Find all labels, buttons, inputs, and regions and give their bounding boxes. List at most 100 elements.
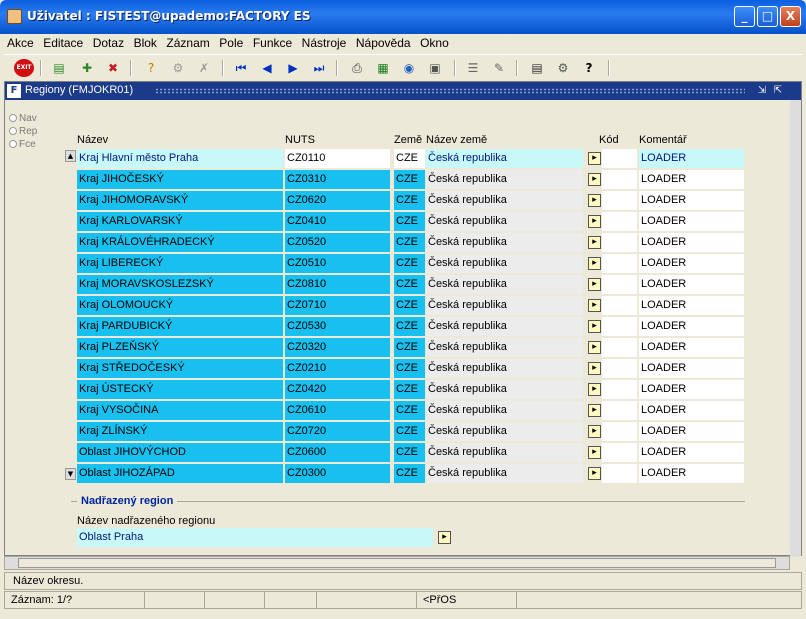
code-field[interactable] bbox=[602, 359, 637, 378]
region-name-field[interactable]: Kraj PLZEŇSKÝ bbox=[77, 338, 283, 357]
list-of-values-icon[interactable]: ▸ bbox=[588, 383, 601, 396]
list-of-values-icon[interactable]: ▸ bbox=[438, 531, 451, 544]
code-field[interactable] bbox=[602, 464, 637, 483]
horizontal-scrollbar[interactable] bbox=[4, 556, 790, 570]
edit-icon[interactable]: ✎ bbox=[490, 59, 508, 77]
code-field[interactable] bbox=[602, 443, 637, 462]
save-icon[interactable]: ▤ bbox=[50, 59, 68, 77]
country-code-field[interactable]: CZE bbox=[394, 296, 425, 315]
country-code-field[interactable]: CZE bbox=[394, 443, 425, 462]
region-name-field[interactable]: Oblast JIHOZÁPAD bbox=[77, 464, 283, 483]
web-icon[interactable]: ◉ bbox=[400, 59, 418, 77]
prev-record-icon[interactable]: ◀ bbox=[258, 59, 276, 77]
code-field[interactable] bbox=[602, 233, 637, 252]
help-icon[interactable]: ? bbox=[580, 59, 598, 77]
list-of-values-icon[interactable]: ▸ bbox=[588, 404, 601, 417]
country-name-field[interactable]: Česká republika bbox=[426, 212, 583, 231]
region-name-field[interactable]: Kraj JIHOMORAVSKÝ bbox=[77, 191, 283, 210]
region-name-field[interactable]: Kraj KRÁLOVÉHRADECKÝ bbox=[77, 233, 283, 252]
list-of-values-icon[interactable]: ▸ bbox=[588, 299, 601, 312]
comment-field[interactable]: LOADER bbox=[639, 422, 744, 441]
query-icon[interactable]: ? bbox=[142, 59, 160, 77]
region-name-field[interactable]: Kraj OLOMOUCKÝ bbox=[77, 296, 283, 315]
code-field[interactable] bbox=[602, 275, 637, 294]
country-code-field[interactable]: CZE bbox=[394, 233, 425, 252]
nuts-field[interactable]: CZ0530 bbox=[285, 317, 390, 336]
comment-field[interactable]: LOADER bbox=[639, 464, 744, 483]
nuts-field[interactable]: CZ0210 bbox=[285, 359, 390, 378]
region-name-field[interactable]: Kraj PARDUBICKÝ bbox=[77, 317, 283, 336]
list-of-values-icon[interactable]: ▸ bbox=[588, 257, 601, 270]
country-code-field[interactable]: CZE bbox=[394, 338, 425, 357]
maximize-button[interactable]: □ bbox=[757, 6, 778, 27]
list-of-values-icon[interactable]: ▸ bbox=[588, 215, 601, 228]
maximize-form-icon[interactable]: ⇱ bbox=[771, 84, 785, 98]
scroll-down-icon[interactable]: ▼ bbox=[65, 468, 76, 480]
menu-editace[interactable]: Editace bbox=[40, 34, 86, 52]
nuts-field[interactable]: CZ0420 bbox=[285, 380, 390, 399]
code-field[interactable] bbox=[602, 422, 637, 441]
enter-query-icon[interactable]: ⚙ bbox=[169, 59, 187, 77]
comment-field[interactable]: LOADER bbox=[639, 254, 744, 273]
region-name-field[interactable]: Kraj ÚSTECKÝ bbox=[77, 380, 283, 399]
exit-icon[interactable]: EXIT bbox=[14, 59, 34, 77]
country-name-field[interactable]: Česká republika bbox=[426, 338, 583, 357]
list-of-values-icon[interactable]: ▸ bbox=[588, 425, 601, 438]
country-code-field[interactable]: CZE bbox=[394, 254, 425, 273]
country-name-field[interactable]: Česká republika bbox=[426, 254, 583, 273]
country-code-field[interactable]: CZE bbox=[394, 317, 425, 336]
comment-field[interactable]: LOADER bbox=[639, 380, 744, 399]
nuts-field[interactable]: CZ0600 bbox=[285, 443, 390, 462]
country-name-field[interactable]: Česká republika bbox=[426, 170, 583, 189]
region-name-field[interactable]: Kraj KARLOVARSKÝ bbox=[77, 212, 283, 231]
code-field[interactable] bbox=[602, 401, 637, 420]
region-name-field[interactable]: Kraj Hlavní město Praha bbox=[77, 149, 283, 168]
nuts-field[interactable]: CZ0510 bbox=[285, 254, 390, 273]
comment-field[interactable]: LOADER bbox=[639, 359, 744, 378]
nuts-field[interactable]: CZ0320 bbox=[285, 338, 390, 357]
nuts-field[interactable]: CZ0300 bbox=[285, 464, 390, 483]
last-record-icon[interactable]: ⏭ bbox=[310, 59, 328, 77]
country-name-field[interactable]: Česká republika bbox=[426, 422, 583, 441]
country-name-field[interactable]: Česká republika bbox=[426, 359, 583, 378]
menu-akce[interactable]: Akce bbox=[4, 34, 37, 52]
comment-field[interactable]: LOADER bbox=[639, 149, 744, 168]
menu-pole[interactable]: Pole bbox=[216, 34, 246, 52]
list-of-values-icon[interactable]: ▸ bbox=[588, 320, 601, 333]
country-code-field[interactable]: CZE bbox=[394, 191, 425, 210]
settings-icon[interactable]: ⚙ bbox=[554, 59, 572, 77]
country-name-field[interactable]: Česká republika bbox=[426, 275, 583, 294]
country-name-field[interactable]: Česká republika bbox=[426, 296, 583, 315]
comment-field[interactable]: LOADER bbox=[639, 275, 744, 294]
comment-field[interactable]: LOADER bbox=[639, 401, 744, 420]
country-name-field[interactable]: Česká republika bbox=[426, 233, 583, 252]
country-code-field[interactable]: CZE bbox=[394, 149, 425, 168]
region-name-field[interactable]: Kraj ZLÍNSKÝ bbox=[77, 422, 283, 441]
restore-icon[interactable]: ⇲ bbox=[755, 84, 769, 98]
calculator-icon[interactable]: ▣ bbox=[426, 59, 444, 77]
nuts-field[interactable]: CZ0410 bbox=[285, 212, 390, 231]
next-record-icon[interactable]: ▶ bbox=[284, 59, 302, 77]
list-of-values-icon[interactable]: ▸ bbox=[588, 446, 601, 459]
delete-record-icon[interactable]: ✖ bbox=[104, 59, 122, 77]
menu-funkce[interactable]: Funkce bbox=[250, 34, 295, 52]
nuts-field[interactable]: CZ0520 bbox=[285, 233, 390, 252]
comment-field[interactable]: LOADER bbox=[639, 443, 744, 462]
list-icon[interactable]: ☰ bbox=[464, 59, 482, 77]
list-of-values-icon[interactable]: ▸ bbox=[588, 236, 601, 249]
menu-zaznam[interactable]: Záznam bbox=[163, 34, 212, 52]
menu-dotaz[interactable]: Dotaz bbox=[90, 34, 127, 52]
code-field[interactable] bbox=[602, 380, 637, 399]
comment-field[interactable]: LOADER bbox=[639, 338, 744, 357]
menu-napoveda[interactable]: Nápověda bbox=[353, 34, 414, 52]
comment-field[interactable]: LOADER bbox=[639, 191, 744, 210]
code-field[interactable] bbox=[602, 149, 637, 168]
code-field[interactable] bbox=[602, 317, 637, 336]
country-code-field[interactable]: CZE bbox=[394, 380, 425, 399]
country-code-field[interactable]: CZE bbox=[394, 401, 425, 420]
code-field[interactable] bbox=[602, 338, 637, 357]
menu-okno[interactable]: Okno bbox=[417, 34, 452, 52]
list-of-values-icon[interactable]: ▸ bbox=[588, 173, 601, 186]
country-code-field[interactable]: CZE bbox=[394, 212, 425, 231]
form-vertical-scrollbar[interactable] bbox=[790, 100, 801, 557]
